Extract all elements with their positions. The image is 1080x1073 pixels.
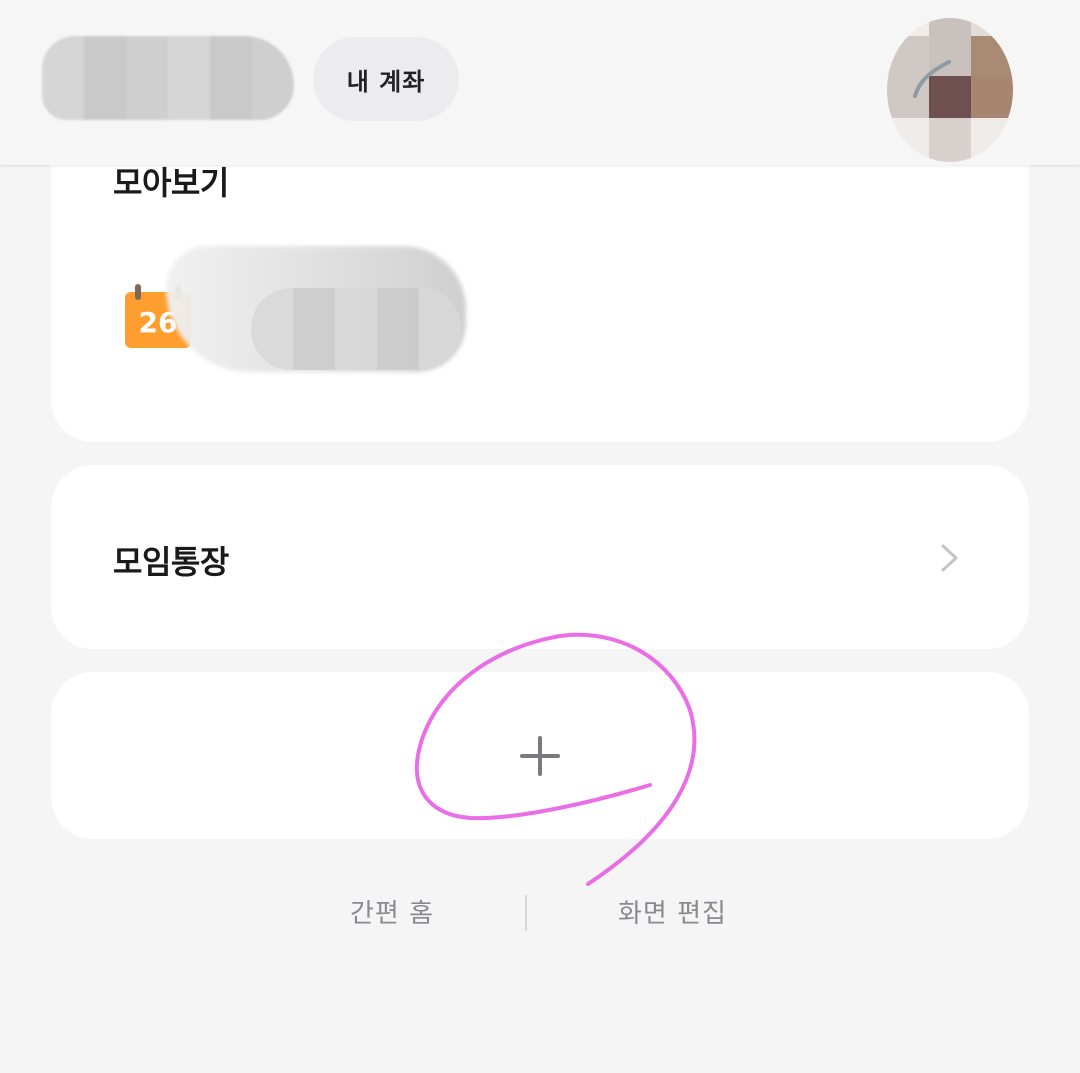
bottom-links: 간편 홈 화면 편집: [0, 893, 1080, 933]
group-account-title: 모임통장: [113, 543, 229, 581]
my-account-button[interactable]: 내 계좌: [313, 37, 459, 121]
avatar[interactable]: [887, 18, 1013, 162]
event-detail-blurred: [251, 288, 461, 370]
chevron-right-icon: [941, 544, 958, 572]
add-card-button[interactable]: [51, 672, 1029, 839]
app-screen: 내 계좌 모아보기 26 모임통장 간편 홈 화면 편집: [0, 0, 1080, 1073]
edit-screen-link[interactable]: 화면 편집: [618, 893, 727, 930]
top-bar: 내 계좌: [0, 0, 1080, 165]
simple-home-link[interactable]: 간편 홈: [350, 893, 434, 930]
profile-name-blurred[interactable]: [42, 36, 294, 120]
avatar-decoration-icon: [913, 60, 951, 98]
group-account-card[interactable]: 모임통장: [51, 465, 1029, 649]
plus-icon: [520, 736, 560, 776]
divider: [525, 895, 527, 931]
